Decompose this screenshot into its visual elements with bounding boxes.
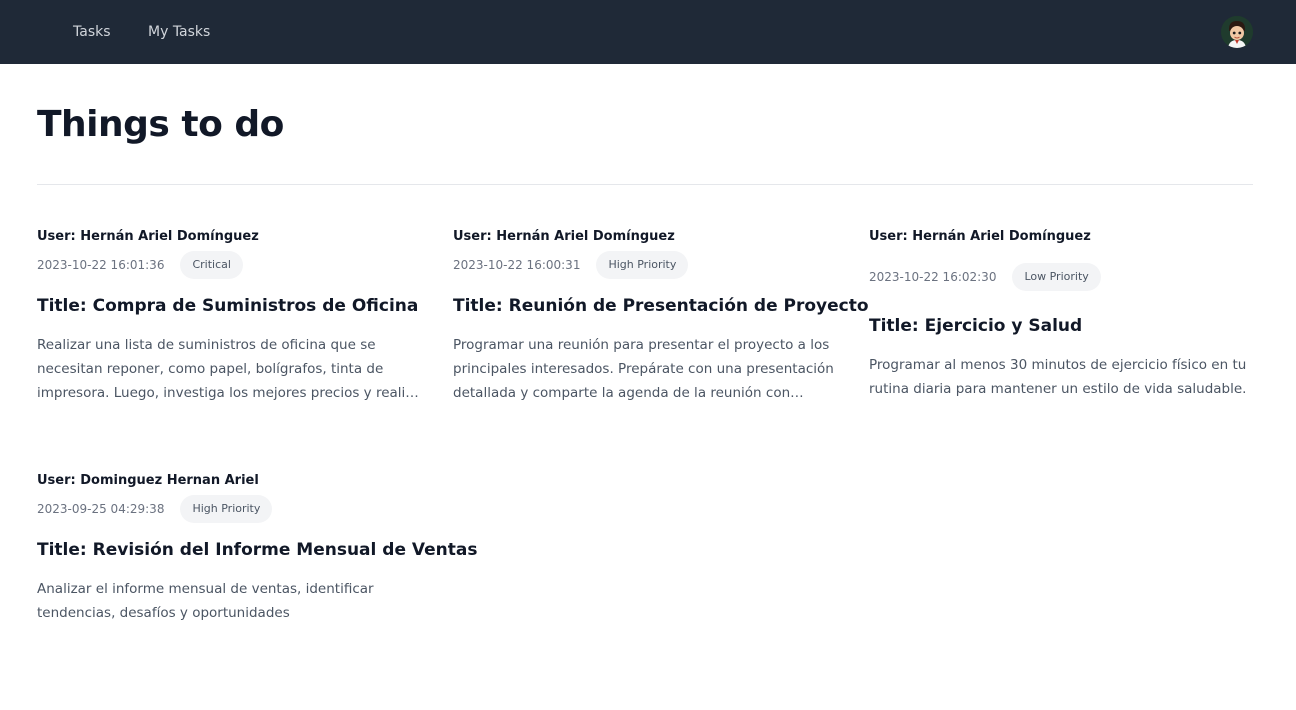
top-navbar: Tasks My Tasks bbox=[0, 0, 1296, 64]
task-card: User: Hernán Ariel Domínguez 2023-10-22 … bbox=[453, 227, 869, 405]
task-date: 2023-10-22 16:01:36 bbox=[37, 258, 165, 272]
page-title: Things to do bbox=[37, 104, 284, 145]
priority-badge: Low Priority bbox=[1012, 263, 1101, 291]
task-meta: 2023-10-22 16:00:31 High Priority bbox=[453, 251, 837, 279]
task-meta: 2023-09-25 04:29:38 High Priority bbox=[37, 495, 421, 523]
task-description: Programar al menos 30 minutos de ejercic… bbox=[869, 357, 1247, 397]
task-title[interactable]: Title: Compra de Suministros de Oficina bbox=[37, 293, 421, 319]
avatar-image bbox=[1221, 16, 1253, 48]
task-card: User: Hernán Ariel Domínguez 2023-10-22 … bbox=[869, 227, 1253, 401]
task-title[interactable]: Title: Revisión del Informe Mensual de V… bbox=[37, 537, 477, 563]
task-meta: 2023-10-22 16:01:36 Critical bbox=[37, 251, 421, 279]
task-description: Programar una reunión para presentar el … bbox=[453, 337, 834, 401]
task-date: 2023-09-25 04:29:38 bbox=[37, 502, 165, 516]
title-divider bbox=[37, 184, 1253, 185]
priority-badge: High Priority bbox=[180, 495, 273, 523]
task-date: 2023-10-22 16:00:31 bbox=[453, 258, 581, 272]
task-date: 2023-10-22 16:02:30 bbox=[869, 270, 997, 284]
task-meta: 2023-10-22 16:02:30 Low Priority bbox=[869, 263, 1253, 291]
task-description: Realizar una lista de suministros de ofi… bbox=[37, 337, 421, 401]
user-avatar[interactable] bbox=[1221, 16, 1253, 48]
task-card: User: Dominguez Hernan Ariel 2023-09-25 … bbox=[37, 471, 477, 625]
nav-my-tasks-link[interactable]: My Tasks bbox=[148, 22, 210, 42]
task-user: User: Dominguez Hernan Ariel bbox=[37, 473, 259, 488]
task-title[interactable]: Title: Ejercicio y Salud bbox=[869, 313, 1253, 339]
task-title[interactable]: Title: Reunión de Presentación de Proyec… bbox=[453, 293, 869, 319]
priority-badge: Critical bbox=[180, 251, 243, 279]
task-user: User: Hernán Ariel Domínguez bbox=[37, 229, 259, 244]
task-card: User: Hernán Ariel Domínguez 2023-10-22 … bbox=[37, 227, 421, 405]
nav-tasks-link[interactable]: Tasks bbox=[73, 22, 111, 42]
task-user: User: Hernán Ariel Domínguez bbox=[869, 229, 1091, 244]
priority-badge: High Priority bbox=[596, 251, 689, 279]
task-user: User: Hernán Ariel Domínguez bbox=[453, 229, 675, 244]
task-description: Analizar el informe mensual de ventas, i… bbox=[37, 581, 374, 621]
